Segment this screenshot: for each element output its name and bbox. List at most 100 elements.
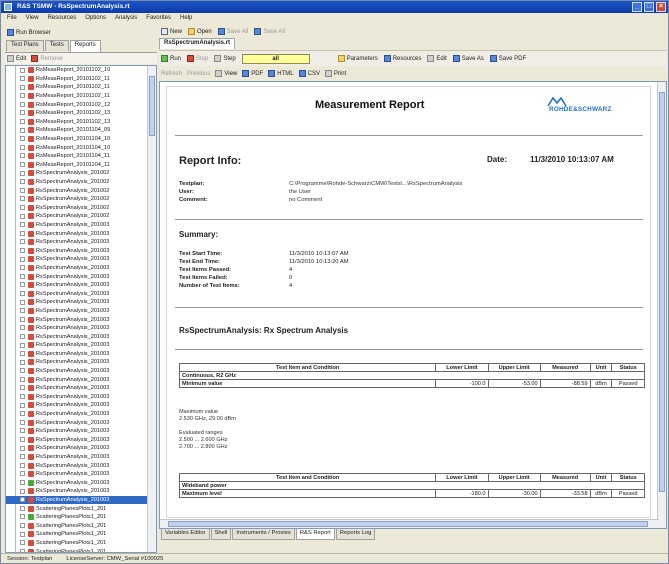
expand-toggle[interactable] xyxy=(20,497,25,503)
expand-toggle[interactable] xyxy=(20,359,25,365)
edit-report-button[interactable]: Edit xyxy=(7,55,26,62)
tree-item[interactable]: RsSpectrumAnalysis_201003 xyxy=(6,221,156,230)
run-browser-button[interactable]: Run Browser xyxy=(7,29,51,36)
tree-item[interactable]: RsSpectrumAnalysis_201003 xyxy=(6,453,156,462)
tree-item[interactable]: RsMeasReport_20101104_10 xyxy=(6,135,156,144)
expand-toggle[interactable] xyxy=(20,110,25,116)
tree-item[interactable]: RsMeasReport_20101104_11 xyxy=(6,152,156,161)
expand-toggle[interactable] xyxy=(20,265,25,271)
export-pdf-button[interactable]: PDF xyxy=(242,70,263,77)
tree-item[interactable]: ScatteringPlanesPlots1_201 xyxy=(6,504,156,513)
expand-toggle[interactable] xyxy=(20,282,25,288)
expand-toggle[interactable] xyxy=(20,394,25,400)
tree-item[interactable]: RsSpectrumAnalysis_201003 xyxy=(6,358,156,367)
remove-report-button[interactable]: Remove xyxy=(31,55,63,62)
expand-toggle[interactable] xyxy=(20,333,25,339)
tree-item[interactable]: RsSpectrumAnalysis_201003 xyxy=(6,298,156,307)
tree-item[interactable]: RsSpectrumAnalysis_201003 xyxy=(6,418,156,427)
expand-toggle[interactable] xyxy=(20,488,25,494)
tab-reports[interactable]: Reports xyxy=(69,40,101,52)
expand-toggle[interactable] xyxy=(20,480,25,485)
selection-field[interactable]: all xyxy=(241,53,310,64)
tree-item[interactable]: RsSpectrumAnalysis_201002 xyxy=(6,169,156,178)
menu-analysis[interactable]: Analysis xyxy=(115,15,137,22)
tree-item[interactable]: RsSpectrumAnalysis_201003 xyxy=(6,375,156,384)
parameters-button[interactable]: Parameters xyxy=(337,55,378,62)
tree-item[interactable]: RsMeasReport_20101102_11 xyxy=(6,83,156,92)
expand-toggle[interactable] xyxy=(20,437,25,443)
tree-item[interactable]: RsSpectrumAnalysis_201003 xyxy=(6,470,156,479)
expand-toggle[interactable] xyxy=(20,325,25,331)
expand-toggle[interactable] xyxy=(20,101,25,107)
expand-toggle[interactable] xyxy=(20,428,25,434)
expand-toggle[interactable] xyxy=(20,368,25,374)
tree-item[interactable]: RsSpectrumAnalysis_201003 xyxy=(6,393,156,402)
tree-item[interactable]: RsMeasReport_20101102_13 xyxy=(6,118,156,127)
close-button[interactable]: × xyxy=(656,2,666,12)
save-all-button-2[interactable]: Save All xyxy=(254,28,285,35)
minimize-button[interactable]: _ xyxy=(632,2,642,12)
edit-button[interactable]: Edit xyxy=(427,55,447,62)
expand-toggle[interactable] xyxy=(20,419,25,425)
tree-item[interactable]: RsSpectrumAnalysis_201002 xyxy=(6,186,156,195)
menu-favorites[interactable]: Favorites xyxy=(146,15,171,22)
tree-item[interactable]: RsSpectrumAnalysis_201003 xyxy=(6,272,156,281)
menu-resources[interactable]: Resources xyxy=(48,15,77,22)
tab-shell[interactable]: Shell xyxy=(210,529,232,540)
expand-toggle[interactable] xyxy=(20,93,25,99)
expand-toggle[interactable] xyxy=(20,351,25,357)
expand-toggle[interactable] xyxy=(20,376,25,382)
refresh-button[interactable]: Refresh xyxy=(161,71,182,77)
expand-toggle[interactable] xyxy=(20,230,25,236)
tree-item[interactable]: ScatteringPlanesPlots1_201 xyxy=(6,530,156,539)
expand-toggle[interactable] xyxy=(20,540,25,546)
tree-item[interactable]: RsSpectrumAnalysis_201003 xyxy=(6,350,156,359)
expand-toggle[interactable] xyxy=(20,445,25,451)
expand-toggle[interactable] xyxy=(20,411,25,417)
tree-item[interactable]: RsSpectrumAnalysis_201003 xyxy=(6,307,156,316)
tree-item[interactable]: RsSpectrumAnalysis_201003 xyxy=(6,461,156,470)
tree-item[interactable]: ScatteringPlanesPlots1_201 xyxy=(6,521,156,530)
tree-item[interactable]: RsMeasReport_20101104_09 xyxy=(6,126,156,135)
tree-item[interactable]: RsSpectrumAnalysis_201003 xyxy=(6,324,156,333)
tree-item[interactable]: ScatteringPlanesPlots1_201 xyxy=(6,513,156,522)
expand-toggle[interactable] xyxy=(20,514,25,520)
expand-toggle[interactable] xyxy=(20,299,25,305)
tree-item[interactable]: RsSpectrumAnalysis_201003 xyxy=(6,384,156,393)
tree-item[interactable]: RsSpectrumAnalysis_201003 xyxy=(6,332,156,341)
report-hscroll-thumb[interactable] xyxy=(168,521,648,527)
expand-toggle[interactable] xyxy=(20,162,25,168)
save-pdf-button[interactable]: Save PDF xyxy=(489,55,526,62)
tab-instruments-proxies[interactable]: Instruments / Proxies xyxy=(232,529,295,540)
report-vscrollbar[interactable] xyxy=(657,82,666,528)
expand-toggle[interactable] xyxy=(20,153,25,159)
view-button[interactable]: View xyxy=(215,70,237,77)
expand-toggle[interactable] xyxy=(20,84,25,90)
expand-toggle[interactable] xyxy=(20,402,25,408)
tree-item[interactable]: RsSpectrumAnalysis_201003 xyxy=(6,367,156,376)
report-vscroll-thumb[interactable] xyxy=(659,92,665,492)
previous-button[interactable]: Previous xyxy=(187,71,210,77)
menu-help[interactable]: Help xyxy=(180,15,192,22)
tree-item[interactable]: RsMeasReport_20101102_11 xyxy=(6,92,156,101)
tree-item[interactable]: RsSpectrumAnalysis_201003 xyxy=(6,401,156,410)
expand-toggle[interactable] xyxy=(20,342,25,348)
report-hscrollbar[interactable] xyxy=(160,519,659,528)
expand-toggle[interactable] xyxy=(20,316,25,322)
expand-toggle[interactable] xyxy=(20,308,25,314)
expand-toggle[interactable] xyxy=(20,196,25,202)
expand-toggle[interactable] xyxy=(20,522,25,528)
tree-item[interactable]: RsMeasReport_20101104_11 xyxy=(6,161,156,170)
expand-toggle[interactable] xyxy=(20,213,25,219)
tab-tests[interactable]: Tests xyxy=(44,40,69,51)
tree-item[interactable]: RsSpectrumAnalysis_201003 xyxy=(6,479,156,488)
tab-rs-report[interactable]: R&S Report xyxy=(295,529,335,540)
tree-scroll-thumb[interactable] xyxy=(149,76,155,136)
open-button[interactable]: Open xyxy=(188,28,212,35)
tree-item[interactable]: RsSpectrumAnalysis_201003 xyxy=(6,289,156,298)
tree-item[interactable]: RsSpectrumAnalysis_201002 xyxy=(6,195,156,204)
tree-item[interactable]: RsSpectrumAnalysis_201003 xyxy=(6,410,156,419)
reports-tree[interactable]: RsMeasReport_20101102_10 RsMeasReport_201… xyxy=(5,65,157,553)
expand-toggle[interactable] xyxy=(20,239,25,245)
tree-item[interactable]: ScatteringPlanesPlots1_201 xyxy=(6,539,156,548)
